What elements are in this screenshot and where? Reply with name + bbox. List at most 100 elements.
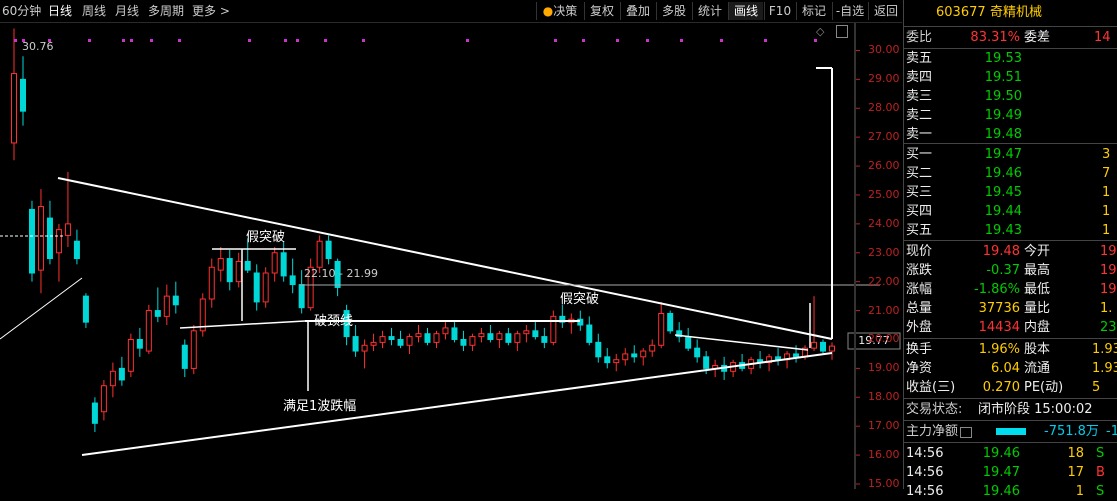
decision-button[interactable]: ●决策	[536, 2, 583, 20]
bid-row: 买五 19.43 1	[904, 221, 1117, 240]
finance-label-2: PE(动)	[1024, 380, 1064, 395]
quote-row: 涨幅 -1.86% 最低 19.	[904, 280, 1117, 299]
y-tick-label: 16.00	[868, 448, 900, 462]
candle-body	[685, 336, 692, 349]
ask-price: 19.49	[984, 108, 1022, 123]
signal-dot	[362, 39, 365, 42]
candle-body	[280, 252, 287, 277]
candle-body	[523, 330, 530, 335]
tick-price: 19.46	[982, 446, 1020, 461]
signal-dot	[296, 39, 299, 42]
bid-price: 19.45	[984, 185, 1022, 200]
ask-label: 卖三	[906, 89, 933, 104]
candle-body	[460, 338, 467, 346]
quote-value: 19.48	[982, 244, 1020, 259]
signal-dot	[680, 39, 683, 42]
chart-toolbar: 60分钟 日线 周线 月线 多周期 更多 > ●决策 复权 叠加 多股 统计 画…	[0, 0, 902, 23]
finance-value-2: 1.93	[1092, 342, 1117, 357]
candle-body	[388, 336, 395, 340]
finance-value-2: 1.93	[1092, 361, 1117, 376]
signal-dot	[122, 39, 125, 42]
diamond-icon[interactable]: ◇	[816, 25, 824, 38]
bid-row: 买四 19.44 1	[904, 202, 1117, 221]
candle-body	[613, 359, 620, 364]
candle-body	[703, 356, 710, 369]
range-label: 22.10 - 21.99	[304, 267, 378, 280]
candle-body	[325, 240, 332, 260]
ask-price: 19.51	[984, 70, 1022, 85]
stock-header: 603677 奇精机械	[904, 3, 1117, 22]
y-tick-label: 25.00	[868, 187, 900, 201]
signal-dot	[324, 39, 327, 42]
flow-bar	[996, 428, 1026, 435]
multi-period-tab[interactable]: 多周期	[148, 3, 184, 19]
finance-row: 净资 6.04 流通 1.93	[904, 359, 1117, 378]
y-tick-label: 24.00	[868, 216, 900, 230]
period-day-tab[interactable]: 日线	[48, 3, 72, 19]
statistics-button[interactable]: 统计	[692, 2, 727, 20]
candle-body	[541, 336, 548, 343]
more-tab[interactable]: 更多 >	[192, 3, 230, 19]
bid-price: 19.47	[984, 147, 1022, 162]
candle-body	[469, 336, 476, 346]
period-month-tab[interactable]: 月线	[115, 3, 139, 19]
candle-body	[226, 258, 233, 283]
y-tick-label: 30.00	[868, 43, 900, 57]
candle-body	[658, 312, 665, 346]
quote-label-2: 最低	[1024, 282, 1051, 297]
finance-value: 0.270	[982, 380, 1020, 395]
y-tick-label: 17.00	[868, 419, 900, 433]
signal-dot	[466, 39, 469, 42]
period-60min-tab[interactable]: 60分钟	[2, 3, 41, 19]
ask-row: 卖四 19.51	[904, 68, 1117, 87]
main-flow-row: 主力净额 -751.8万 -1	[904, 422, 1117, 441]
candle-body	[694, 347, 701, 358]
self-select-button[interactable]: -自选	[832, 2, 867, 20]
y-tick-label: 22.00	[868, 274, 900, 288]
quote-label-2: 内盘	[1024, 320, 1051, 335]
kline-chart[interactable]: 19.77 30.76 假突破 22.10 - 21.99 破颈线 假突破 满足…	[0, 23, 902, 490]
main-flow-extra: -1	[1106, 424, 1117, 439]
candle-body	[46, 217, 53, 260]
bid-price: 19.43	[984, 223, 1022, 238]
list-icon[interactable]	[960, 427, 972, 438]
high-annotation: 30.76	[22, 40, 54, 53]
candle-body	[73, 240, 80, 260]
quote-value: 37736	[978, 301, 1020, 316]
y-tick-label: 18.00	[868, 390, 900, 404]
finance-row: 换手 1.96% 股本 1.93	[904, 340, 1117, 359]
mark-button[interactable]: 标记	[796, 2, 831, 20]
multi-stock-button[interactable]: 多股	[656, 2, 691, 20]
candle-body	[595, 341, 602, 358]
candle-body	[604, 356, 611, 364]
quote-label-2: 量比	[1024, 301, 1051, 316]
candle-body	[640, 350, 647, 358]
back-button[interactable]: 返回	[868, 2, 903, 20]
period-week-tab[interactable]: 周线	[82, 3, 106, 19]
draw-line-button[interactable]: 画线	[728, 2, 763, 20]
y-tick-label: 28.00	[868, 101, 900, 115]
candle-body	[451, 327, 458, 340]
adjust-button[interactable]: 复权	[584, 2, 619, 20]
maximize-icon[interactable]	[836, 25, 848, 38]
bid-volume: 3	[1102, 147, 1111, 162]
candle-body	[118, 367, 125, 381]
bid-label: 买四	[906, 204, 933, 219]
candle-body	[370, 341, 377, 346]
tick-price: 19.46	[982, 484, 1020, 499]
candle-body	[415, 333, 422, 338]
finance-label: 换手	[906, 342, 933, 357]
candle-body	[316, 240, 323, 268]
quote-value: 14434	[978, 320, 1020, 335]
overlay-button[interactable]: 叠加	[620, 2, 655, 20]
finance-label-2: 股本	[1024, 342, 1051, 357]
candle-body	[649, 344, 656, 352]
tick-row: 14:56 19.47 17 B	[904, 463, 1117, 482]
candle-body	[253, 272, 260, 303]
f10-button[interactable]: F10	[764, 2, 795, 20]
tick-row: 14:56 19.46 1 S	[904, 482, 1117, 501]
quote-value-2: 19.	[1100, 244, 1117, 259]
signal-dot	[720, 39, 723, 42]
break-neckline-label: 破颈线	[314, 314, 354, 329]
main-flow-label: 主力净额	[906, 424, 959, 439]
